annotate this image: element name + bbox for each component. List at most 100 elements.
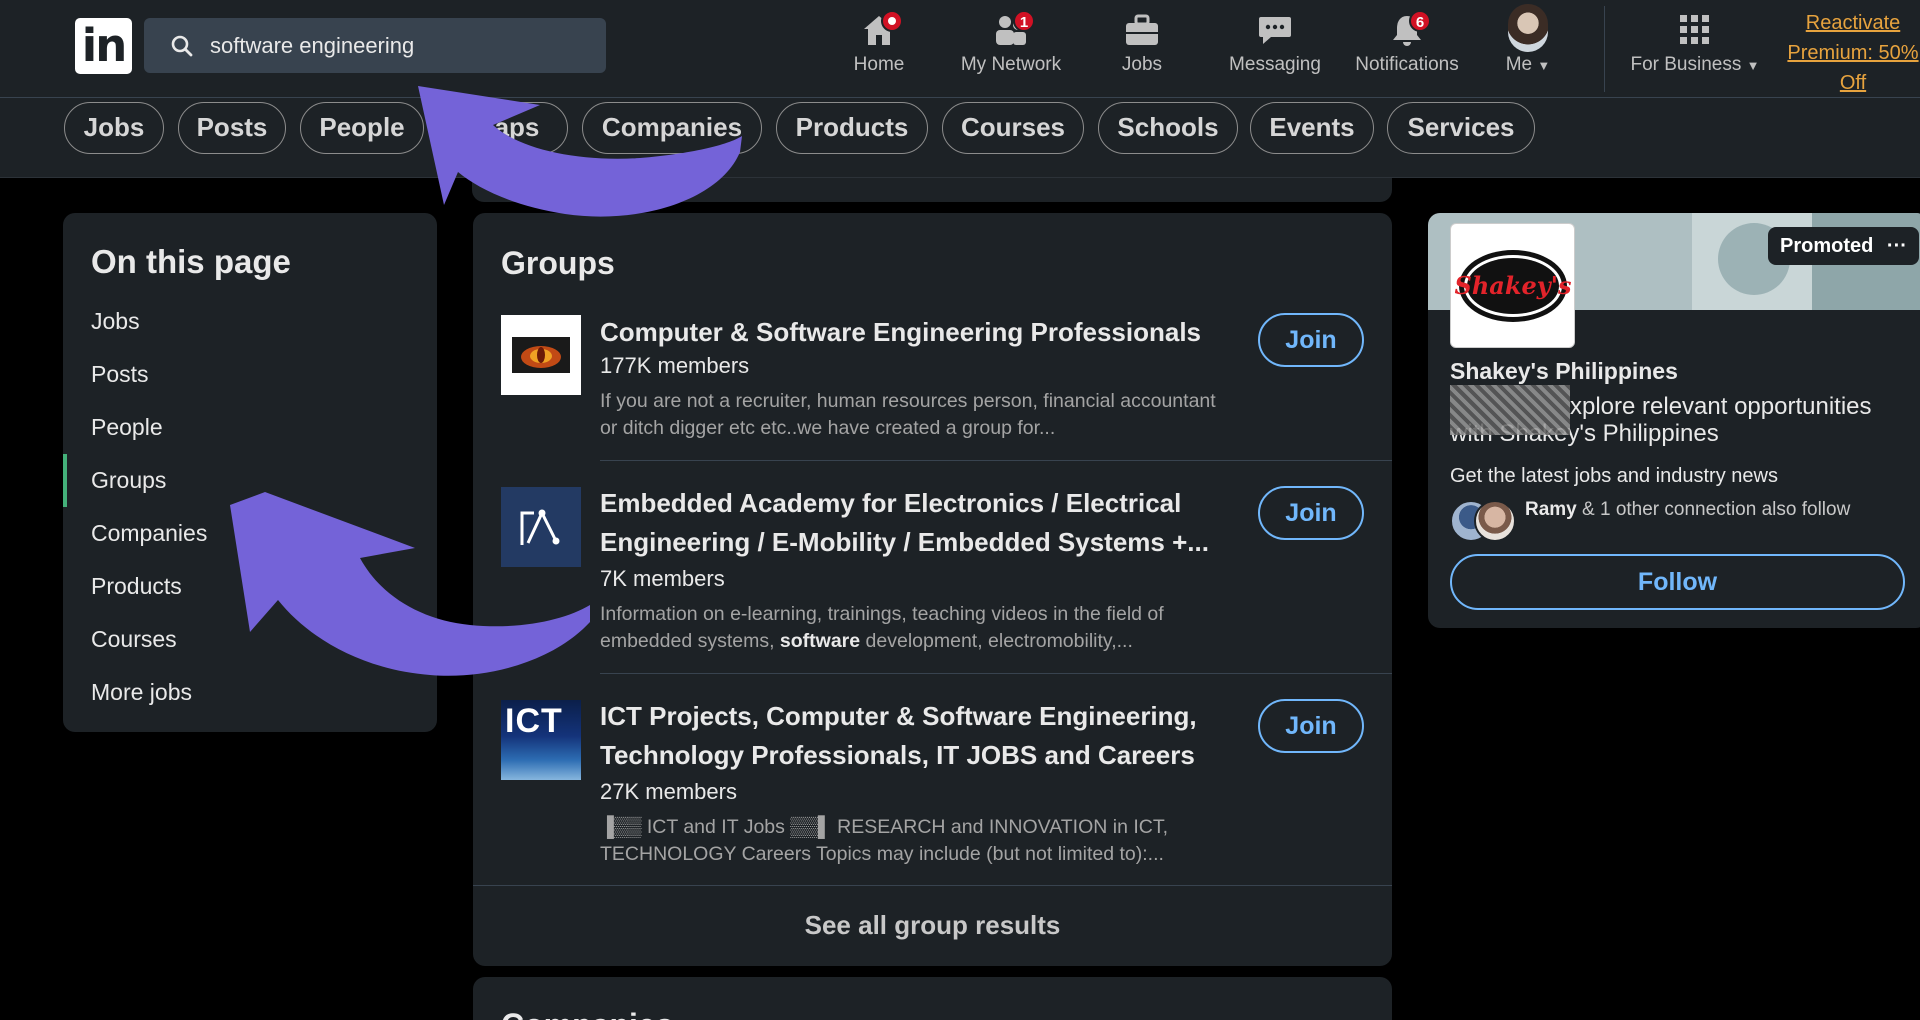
premium-line-3: Off [1839,72,1867,94]
messaging-icon [1259,17,1291,44]
notifications-badge: 6 [1409,10,1431,32]
sidebar-item-products[interactable]: Products [91,573,182,600]
nav-notifications-label: Notifications [1355,54,1459,75]
sidebar-item-companies[interactable]: Companies [91,520,207,547]
connection-avatars [1450,500,1516,542]
group-name-link[interactable]: ICT Projects, Computer & Software Engine… [600,697,1240,775]
search-box[interactable] [144,18,606,73]
search-filter-bar: Jobs Posts People aps Companies Products… [0,98,1920,178]
previous-section-card-bottom [472,178,1392,202]
caret-down-icon: ▼ [1746,58,1760,73]
filter-pill-posts[interactable]: Posts [178,102,286,154]
nav-for-business[interactable]: For Business ▼ [1620,10,1770,90]
more-options-icon[interactable]: ··· [1887,235,1907,257]
join-group-button[interactable]: Join [1258,486,1364,540]
group-member-count: 27K members [600,779,737,804]
companies-section-title: Companies [501,1007,673,1020]
filter-pill-groups[interactable]: aps [438,102,568,154]
nav-home-label: Home [853,54,905,75]
reactivate-premium-link[interactable]: Reactivate Premium: 50% Off [1786,8,1920,98]
connection-text: & 1 other connection also follow [1576,499,1851,520]
join-group-button[interactable]: Join [1258,699,1364,753]
group-name-line: Technology Professionals, IT JOBS and Ca… [600,740,1195,770]
filter-pill-products[interactable]: Products [776,102,928,154]
group-member-count: 177K members [600,353,750,378]
filter-pill-schools[interactable]: Schools [1098,102,1238,154]
profile-avatar [1508,4,1548,52]
promoted-text: Promoted [1780,235,1874,257]
redacted-name-blur [1450,385,1570,435]
nav-home[interactable]: Home [836,10,922,90]
sidebar-title: On this page [91,243,291,280]
follow-button[interactable]: Follow [1450,554,1905,610]
group-logo[interactable] [501,315,581,395]
groups-section-title: Groups [501,245,615,281]
companies-results-card: Companies [473,977,1392,1020]
group-description: ▐▒▒ ICT and IT Jobs ▒▒▌ RESEARCH and INN… [600,814,1230,868]
filter-pill-events[interactable]: Events [1250,102,1374,154]
ad-company-name[interactable]: Shakey's Philippines [1450,358,1678,385]
group-name-line: Embedded Academy for Electronics / Elect… [600,488,1182,518]
group-result-item: Computer & Software Engineering Professi… [473,313,1392,453]
on-this-page-sidebar: On this page Jobs Posts People Groups Co… [63,213,437,732]
description-keyword: software [779,630,861,652]
description-line: TECHNOLOGY Careers Topics may include (b… [600,843,1164,865]
see-all-group-results-link[interactable]: See all group results [473,885,1392,965]
home-notification-dot [881,10,903,32]
caret-down-icon: ▼ [1537,58,1551,73]
premium-line-2: Premium: 50% [1787,42,1919,64]
sidebar-item-more-jobs[interactable]: More jobs [91,679,192,706]
sidebar-item-groups[interactable]: Groups [91,467,166,494]
filter-pill-courses[interactable]: Courses [942,102,1084,154]
search-icon [171,35,193,57]
nav-divider [1604,6,1605,92]
promoted-ad-card: Shakey's Promoted ··· Shakey's Philippin… [1428,213,1920,628]
group-description: Information on e-learning, trainings, te… [600,601,1230,655]
group-name-link[interactable]: Embedded Academy for Electronics / Elect… [600,484,1240,562]
sidebar-item-courses[interactable]: Courses [91,626,177,653]
join-group-button[interactable]: Join [1258,313,1364,367]
nav-jobs[interactable]: Jobs [1100,10,1184,90]
group-name-link[interactable]: Computer & Software Engineering Professi… [600,313,1220,352]
briefcase-icon [1126,14,1158,45]
filter-pill-companies[interactable]: Companies [582,102,762,154]
nav-messaging[interactable]: Messaging [1222,10,1328,90]
my-network-badge: 1 [1013,10,1035,32]
ict-logo-text: ICT [505,702,563,740]
active-section-marker [63,454,67,507]
sidebar-item-people[interactable]: People [91,414,163,441]
search-input[interactable] [210,18,590,73]
nav-me[interactable]: Me ▼ [1494,4,1562,90]
embedded-academy-logo-icon [520,509,560,545]
shakeys-logo-icon: Shakey's [1455,249,1571,322]
sidebar-item-jobs[interactable]: Jobs [91,308,140,335]
nav-messaging-label: Messaging [1229,54,1321,75]
linkedin-logo[interactable]: in [75,18,132,74]
group-name-line: ICT Projects, Computer & Software Engine… [600,701,1197,731]
nav-for-business-label: For Business [1630,54,1742,75]
filter-pill-jobs[interactable]: Jobs [64,102,164,154]
nav-my-network-label: My Network [960,54,1062,75]
group-result-item: Embedded Academy for Electronics / Elect… [473,484,1392,659]
groups-results-card: Groups Computer & Software Engineering P… [473,213,1392,966]
connection-info: Ramy & 1 other connection also follow [1525,498,1885,521]
nav-my-network[interactable]: 1 My Network [950,10,1072,90]
top-navigation-bar: in Home 1 My Network [0,0,1920,98]
sidebar-item-posts[interactable]: Posts [91,361,149,388]
nav-jobs-label: Jobs [1121,54,1163,75]
logo-wordmark: Shakey's [1455,271,1571,300]
filter-pill-people[interactable]: People [300,102,424,154]
filter-pill-services[interactable]: Services [1387,102,1535,154]
group-name-line: Engineering / E-Mobility / Embedded Syst… [600,527,1209,557]
group-logo[interactable]: ICT [501,700,581,780]
nav-me-label: Me [1505,54,1533,75]
group-divider [600,673,1392,674]
grid-apps-icon [1680,15,1709,44]
connection-avatar [1474,500,1516,542]
nav-notifications[interactable]: 6 Notifications [1346,10,1468,90]
group-member-count: 7K members [600,566,725,591]
group-result-item: ICT ICT Projects, Computer & Software En… [473,697,1392,872]
group-logo[interactable] [501,487,581,567]
company-logo[interactable]: Shakey's [1450,223,1575,348]
crown-logo-icon [512,337,570,373]
